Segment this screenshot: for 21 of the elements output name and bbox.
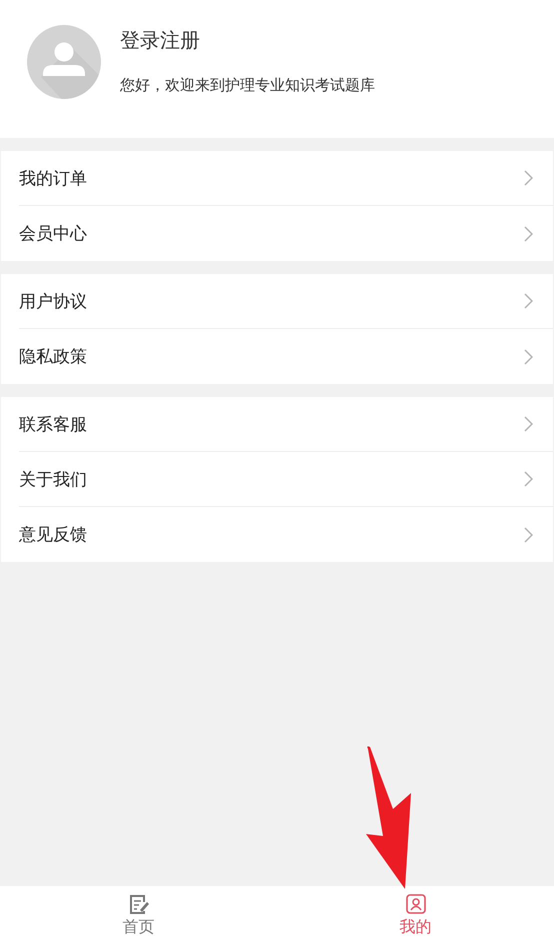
menu-item[interactable]: 联系客服 <box>19 397 553 452</box>
menu-item[interactable]: 用户协议 <box>19 274 553 329</box>
profile-icon <box>404 893 426 915</box>
chevron-right-icon <box>524 471 533 487</box>
chevron-right-icon <box>524 170 533 186</box>
chevron-right-icon <box>524 348 533 364</box>
menu-item[interactable]: 我的订单 <box>19 151 553 206</box>
welcome-text: 您好，欢迎来到护理专业知识考试题库 <box>120 76 375 95</box>
menu-item[interactable]: 会员中心 <box>19 206 553 261</box>
menu-item[interactable]: 隐私政策 <box>19 329 553 384</box>
menu-item[interactable]: 意见反馈 <box>19 507 553 562</box>
avatar-icon[interactable] <box>27 25 101 99</box>
chevron-right-icon <box>524 226 533 242</box>
chevron-right-icon <box>524 526 533 542</box>
edit-note-icon <box>128 893 150 915</box>
menu-item[interactable]: 关于我们 <box>19 452 553 507</box>
chevron-right-icon <box>524 416 533 432</box>
tab[interactable]: 我的 <box>277 886 554 945</box>
chevron-right-icon <box>524 293 533 309</box>
tab[interactable]: 首页 <box>0 886 277 945</box>
login-link[interactable]: 登录注册 <box>120 27 375 54</box>
